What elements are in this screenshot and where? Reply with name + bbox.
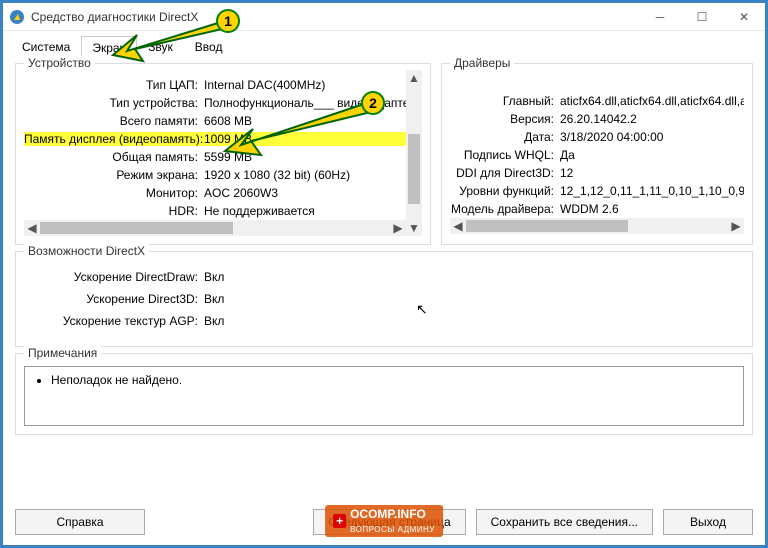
agp-label: Ускорение текстур AGP: xyxy=(24,314,204,328)
watermark: + OCOMP.INFO ВОПРОСЫ АДМИНУ xyxy=(325,505,443,537)
scroll-right-icon[interactable]: ▶ xyxy=(728,219,744,233)
plus-icon: + xyxy=(333,514,346,528)
watermark-brand: OCOMP.INFO xyxy=(350,507,426,521)
display-mem-label: Память дисплея (видеопамять): xyxy=(24,132,204,146)
tab-bar: Система Экран Звук Ввод xyxy=(3,31,765,59)
drivers-h-scrollbar[interactable]: ◀ ▶ xyxy=(450,218,744,234)
directx-caps-fieldset: Возможности DirectX Ускорение DirectDraw… xyxy=(15,251,753,347)
minimize-button[interactable]: ─ xyxy=(639,3,681,30)
dac-type-value: Internal DAC(400MHz) xyxy=(204,78,406,92)
ddi-value: 12 xyxy=(560,166,744,180)
scroll-right-icon[interactable]: ▶ xyxy=(390,221,406,235)
tab-input[interactable]: Ввод xyxy=(184,35,234,59)
ddi-label: DDI для Direct3D: xyxy=(450,166,560,180)
scroll-down-icon[interactable]: ▼ xyxy=(408,220,420,236)
device-fieldset: Устройство Тип ЦАП:Internal DAC(400MHz) … xyxy=(15,63,431,245)
total-mem-value: 6608 МB xyxy=(204,114,406,128)
window-title: Средство диагностики DirectX xyxy=(31,10,639,24)
watermark-sub: ВОПРОСЫ АДМИНУ xyxy=(350,525,435,534)
app-icon xyxy=(9,9,25,25)
driver-date-label: Дата: xyxy=(450,130,560,144)
notes-legend: Примечания xyxy=(24,346,101,360)
shared-mem-label: Общая память: xyxy=(24,150,204,164)
driver-main-label: Главный: xyxy=(450,94,560,108)
directdraw-label: Ускорение DirectDraw: xyxy=(24,270,204,284)
screen-mode-label: Режим экрана: xyxy=(24,168,204,182)
driver-ver-value: 26.20.14042.2 xyxy=(560,112,744,126)
shared-mem-value: 5599 MB xyxy=(204,150,406,164)
feature-levels-label: Уровни функций: xyxy=(450,184,560,198)
notes-fieldset: Примечания Неполадок не найдено. xyxy=(15,353,753,435)
notes-box[interactable]: Неполадок не найдено. xyxy=(24,366,744,426)
scroll-left-icon[interactable]: ◀ xyxy=(450,219,466,233)
dac-type-label: Тип ЦАП: xyxy=(24,78,204,92)
feature-levels-value: 12_1,12_0,11_1,11_0,10_1,10_0,9_3 xyxy=(560,184,744,198)
agp-value: Вкл xyxy=(204,314,744,328)
maximize-button[interactable]: ☐ xyxy=(681,3,723,30)
driver-model-value: WDDM 2.6 xyxy=(560,202,744,216)
scroll-up-icon[interactable]: ▲ xyxy=(408,70,420,86)
driver-main-value: aticfx64.dll,aticfx64.dll,aticfx64.dll,a… xyxy=(560,94,744,108)
device-v-scrollbar[interactable]: ▲ ▼ xyxy=(406,70,422,236)
direct3d-value: Вкл xyxy=(204,292,744,306)
directx-caps-legend: Возможности DirectX xyxy=(24,244,149,258)
directdraw-value: Вкл xyxy=(204,270,744,284)
dxdiag-window: Средство диагностики DirectX ─ ☐ ✕ Систе… xyxy=(0,0,768,548)
driver-date-value: 3/18/2020 04:00:00 xyxy=(560,130,744,144)
driver-model-label: Модель драйвера: xyxy=(450,202,560,216)
device-type-value: Полнофункциональ___ видеоадапте xyxy=(204,96,406,110)
help-button[interactable]: Справка xyxy=(15,509,145,535)
whql-value: Да xyxy=(560,148,744,162)
display-mem-value: 1009 MB xyxy=(204,132,406,146)
save-all-button[interactable]: Сохранить все сведения... xyxy=(476,509,653,535)
scroll-left-icon[interactable]: ◀ xyxy=(24,221,40,235)
driver-ver-label: Версия: xyxy=(450,112,560,126)
whql-label: Подпись WHQL: xyxy=(450,148,560,162)
cursor-icon: ↖ xyxy=(416,301,428,318)
hdr-label: HDR: xyxy=(24,204,204,218)
close-button[interactable]: ✕ xyxy=(723,3,765,30)
drivers-fieldset: Драйверы Главный:aticfx64.dll,aticfx64.d… xyxy=(441,63,753,245)
direct3d-label: Ускорение Direct3D: xyxy=(24,292,204,306)
tab-sound[interactable]: Звук xyxy=(137,35,184,59)
notes-line: Неполадок не найдено. xyxy=(51,373,733,387)
exit-button[interactable]: Выход xyxy=(663,509,753,535)
total-mem-label: Всего памяти: xyxy=(24,114,204,128)
titlebar: Средство диагностики DirectX ─ ☐ ✕ xyxy=(3,3,765,31)
device-h-scrollbar[interactable]: ◀ ▶ xyxy=(24,220,406,236)
screen-mode-value: 1920 x 1080 (32 bit) (60Hz) xyxy=(204,168,406,182)
monitor-label: Монитор: xyxy=(24,186,204,200)
device-type-label: Тип устройства: xyxy=(24,96,204,110)
hdr-value: Не поддерживается xyxy=(204,204,406,218)
device-legend: Устройство xyxy=(24,56,95,70)
monitor-value: AOC 2060W3 xyxy=(204,186,406,200)
drivers-legend: Драйверы xyxy=(450,56,514,70)
